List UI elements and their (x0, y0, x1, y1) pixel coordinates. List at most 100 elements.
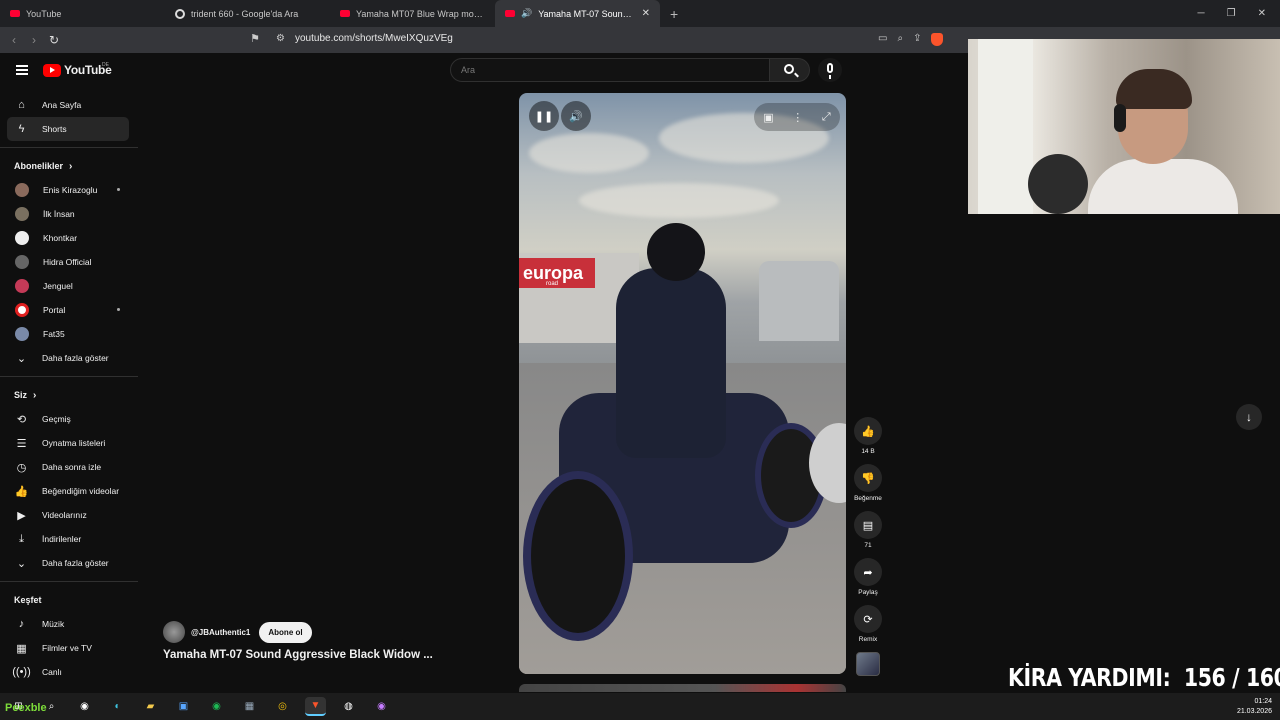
share-page-icon[interactable]: ⇪ (913, 33, 921, 46)
youtube-play-icon (43, 63, 61, 77)
back-icon[interactable]: ‹ (4, 33, 24, 47)
captions-icon[interactable]: ▣ (763, 111, 773, 124)
tab-label: trident 660 - Google'da Ara (191, 8, 299, 19)
brave-icon[interactable]: ▼ (305, 697, 326, 716)
url-field[interactable]: youtube.com/shorts/MweIXQuzVEg (295, 33, 453, 44)
divider (0, 376, 138, 377)
voice-search-button[interactable] (818, 58, 842, 82)
rent-goal-label: KİRA YARDIMI: (1008, 663, 1171, 692)
share-button[interactable]: ➦ (854, 558, 882, 586)
hamburger-menu-icon[interactable] (16, 65, 28, 75)
sound-thumbnail[interactable] (856, 652, 880, 676)
comments-button[interactable]: ▤ (854, 511, 882, 539)
browser-tab-mt07-wrap[interactable]: Yamaha MT07 Blue Wrap modified (330, 0, 495, 27)
audio-playing-icon: 🔊 (521, 8, 533, 18)
obs-icon[interactable]: ◍ (338, 697, 359, 716)
steam-icon[interactable]: ◉ (74, 697, 95, 716)
sidebar-item-subscription[interactable]: Enis Kirazoglu (0, 178, 138, 202)
edge-icon[interactable]: ◐ (107, 697, 128, 716)
sidebar-item-music[interactable]: ♪ Müzik (0, 612, 138, 636)
avatar (15, 231, 29, 245)
subscriptions-heading[interactable]: Abonelikler › (0, 154, 138, 178)
microphone (1028, 154, 1088, 214)
remix-button[interactable]: ⟳ (854, 605, 882, 633)
system-clock[interactable]: 01:24 21.03.2026 (1237, 697, 1272, 717)
arrow-down-icon: ↓ (1246, 410, 1252, 424)
channel-avatar[interactable] (163, 621, 185, 643)
sidebar-show-more[interactable]: ⌄ Daha fazla göster (0, 346, 138, 370)
sidebar-item-subscription[interactable]: İlk İnsan (0, 202, 138, 226)
forward-icon[interactable]: › (24, 33, 44, 47)
video-title[interactable]: Yamaha MT-07 Sound Aggressive Black Wido… (163, 649, 433, 661)
sidebar-item-history[interactable]: ⟲ Geçmiş (0, 407, 138, 431)
channel-name[interactable]: @JBAuthentic1 (191, 628, 250, 637)
search-button[interactable] (770, 58, 810, 82)
home-icon: ⌂ (18, 99, 25, 111)
sidebar-item-subscription[interactable]: Khontkar (0, 226, 138, 250)
sidebar-item-your-videos[interactable]: ▶ Videolarınız (0, 503, 138, 527)
subscriptions-heading-label: Abonelikler (14, 161, 64, 171)
subscribe-button[interactable]: Abone ol (259, 621, 312, 643)
messenger-icon[interactable]: ◉ (371, 697, 392, 716)
sidebar-item-subscription[interactable]: Jenguel (0, 274, 138, 298)
bookmark-icon[interactable]: ⚑ (250, 32, 260, 45)
search-input[interactable]: Ara (450, 58, 770, 82)
youtube-logo[interactable]: YouTube DE (43, 62, 112, 77)
close-tab-icon[interactable]: ✕ (642, 8, 650, 19)
browser-tab-youtube[interactable]: YouTube (0, 0, 165, 27)
sidebar-item-label: Müzik (42, 619, 65, 629)
microphone-icon (827, 63, 833, 79)
chrome-icon[interactable]: ◎ (272, 697, 293, 716)
sidebar-item-playlists[interactable]: ☰ Oynatma listeleri (0, 431, 138, 455)
youtube-favicon-icon (505, 10, 515, 17)
sidebar-item-label: Filmler ve TV (42, 643, 92, 653)
sidebar-item-movies[interactable]: ▦ Filmler ve TV (0, 636, 138, 660)
you-heading[interactable]: Siz › (0, 383, 138, 407)
store-icon[interactable]: ▣ (173, 697, 194, 716)
sidebar-item-label: İlk İnsan (43, 209, 75, 219)
brave-shields-icon[interactable] (931, 33, 944, 46)
browser-tab-active[interactable]: 🔊 Yamaha MT-07 Sound Aggre ✕ (495, 0, 660, 27)
next-short-button[interactable]: ↓ (1236, 404, 1262, 430)
sidebar-item-downloads[interactable]: ⤓ İndirilenler (0, 527, 138, 551)
pause-button[interactable]: ❚❚ (529, 101, 559, 131)
close-window-icon[interactable]: ✕ (1258, 8, 1266, 19)
sidebar-item-live[interactable]: ((•)) Canlı (0, 660, 138, 684)
sidebar-show-more[interactable]: ⌄ Daha fazla göster (0, 551, 138, 575)
file-explorer-icon[interactable]: ▰ (140, 697, 161, 716)
browser-tab-google[interactable]: trident 660 - Google'da Ara (165, 0, 330, 27)
sidebar-item-subscription[interactable]: Hidra Official (0, 250, 138, 274)
share-icon: ➦ (863, 566, 873, 579)
more-options-icon[interactable]: ⋮ (792, 111, 803, 124)
site-settings-icon[interactable]: ⚙ (276, 33, 285, 44)
sidebar-item-watch-later[interactable]: ◷ Daha sonra izle (0, 455, 138, 479)
webcam-overlay (968, 39, 1280, 214)
restore-icon[interactable]: ❐ (1227, 8, 1236, 19)
sidebar-item-subscription[interactable]: Fat35 (0, 322, 138, 346)
spotify-icon[interactable]: ◉ (206, 697, 227, 716)
sidebar-item-label: Hidra Official (43, 257, 92, 267)
sidebar-item-home[interactable]: ⌂ Ana Sayfa (0, 93, 138, 117)
sidebar-item-label: Ana Sayfa (42, 100, 82, 110)
reload-icon[interactable]: ↻ (44, 33, 64, 47)
sidebar-item-subscription[interactable]: Portal (0, 298, 138, 322)
sidebar-item-liked-videos[interactable]: 👍 Beğendiğim videolar (0, 479, 138, 503)
sky-cloud (579, 183, 779, 218)
dislike-button[interactable]: 👎 (854, 464, 882, 492)
cast-icon[interactable]: ▭ (878, 33, 887, 46)
volume-button[interactable]: 🔊 (561, 101, 591, 131)
next-video-peek[interactable] (519, 684, 846, 692)
like-button[interactable]: 👍 (854, 417, 882, 445)
shorts-video-player[interactable]: europa road ❚❚ 🔊 ▣ ⋮ ⤢ (519, 93, 846, 674)
sidebar-item-label: Enis Kirazoglu (43, 185, 98, 195)
region-code: DE (102, 62, 109, 68)
zoom-icon[interactable]: ⌕ (897, 33, 903, 46)
minimize-icon[interactable]: ─ (1198, 8, 1205, 19)
sidebar-item-shorts[interactable]: ϟ Shorts (7, 117, 129, 141)
new-tab-icon[interactable]: + (660, 6, 688, 22)
search-placeholder: Ara (461, 65, 476, 75)
thumbs-down-icon: 👎 (861, 472, 875, 485)
fullscreen-icon[interactable]: ⤢ (822, 111, 831, 124)
share-label: Paylaş (858, 589, 878, 596)
calculator-icon[interactable]: ▦ (239, 697, 260, 716)
